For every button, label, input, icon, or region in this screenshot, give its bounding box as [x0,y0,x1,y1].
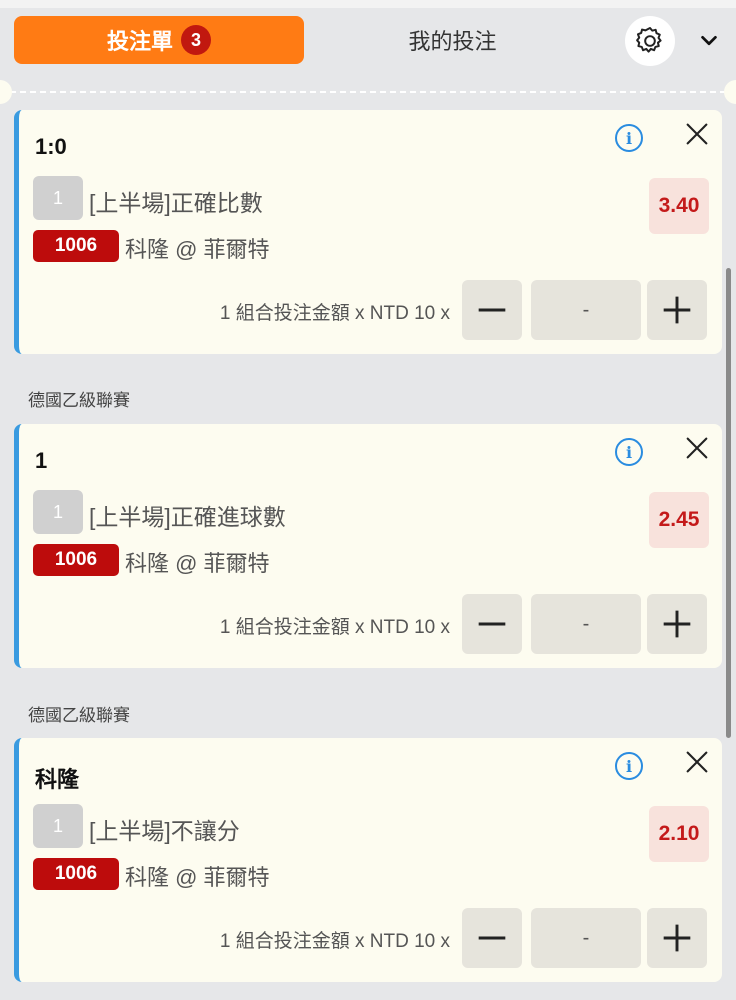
league-label: 德國乙級聯賽 [28,706,130,725]
increase-stake-button[interactable] [647,594,707,654]
close-icon [686,123,708,145]
minus-icon [478,622,506,626]
gear-icon [636,26,662,53]
scrollbar[interactable] [726,268,731,738]
minus-icon [478,308,506,312]
event-id-badge: 1006 [33,858,119,890]
info-icon[interactable]: i [615,124,643,152]
match-name: 科隆 @ 菲爾特 [125,237,270,262]
top-strip [0,0,736,8]
bet-card: 1 i 1 [上半場]正確進球數 2.45 1006 科隆 @ 菲爾特 1 組合… [14,424,722,668]
increase-stake-button[interactable] [647,280,707,340]
minus-icon [478,936,506,940]
bet-market: [上半場]不讓分 [89,818,240,844]
bet-selection: 1 [35,448,48,473]
collapse-button[interactable] [694,26,724,56]
tab-betslip-label: 投注單 [106,29,173,54]
bet-odds: 2.10 [649,806,709,862]
plus-icon [663,610,691,638]
match-name: 科隆 @ 菲爾特 [125,551,270,576]
stake-amount-input[interactable]: - [531,280,641,340]
stake-amount-input[interactable]: - [531,594,641,654]
remove-bet-button[interactable] [683,748,711,776]
close-icon [686,751,708,773]
settings-button[interactable] [625,16,675,66]
plus-icon [663,924,691,952]
bet-odds: 3.40 [649,178,709,234]
remove-bet-button[interactable] [683,434,711,462]
decrease-stake-button[interactable] [462,280,522,340]
tab-my-bets[interactable]: 我的投注 [380,16,525,64]
stake-amount-input[interactable]: - [531,908,641,968]
tab-betslip[interactable]: 投注單 3 [14,16,304,64]
bet-card: 科隆 i 1 [上半場]不讓分 2.10 1006 科隆 @ 菲爾特 1 組合投… [14,738,722,982]
stake-label: 1 組合投注金額 x NTD 10 x [219,931,450,952]
bet-selection: 科隆 [35,767,80,792]
bet-card: 1:0 i 1 [上半場]正確比數 3.40 1006 科隆 @ 菲爾特 1 組… [14,110,722,354]
stake-label: 1 組合投注金額 x NTD 10 x [219,617,450,638]
bet-selection: 1:0 [35,134,67,159]
decrease-stake-button[interactable] [462,908,522,968]
close-icon [686,437,708,459]
event-id-badge: 1006 [33,544,119,576]
chevron-down-icon [701,35,717,46]
betslip-header: 投注單 3 我的投注 [0,8,736,78]
stake-label: 1 組合投注金額 x NTD 10 x [219,303,450,324]
info-icon[interactable]: i [615,752,643,780]
event-id-badge: 1006 [33,230,119,262]
bet-index: 1 [33,804,83,848]
info-icon[interactable]: i [615,438,643,466]
league-label: 德國乙級聯賽 [28,391,130,410]
bet-odds: 2.45 [649,492,709,548]
remove-bet-button[interactable] [683,120,711,148]
decrease-stake-button[interactable] [462,594,522,654]
increase-stake-button[interactable] [647,908,707,968]
ticket-divider [0,78,736,106]
bet-index: 1 [33,176,83,220]
betslip-count-badge: 3 [181,25,211,55]
plus-icon [663,296,691,324]
bet-market: [上半場]正確進球數 [89,504,286,530]
bet-market: [上半場]正確比數 [89,190,263,216]
match-name: 科隆 @ 菲爾特 [125,865,270,890]
bet-index: 1 [33,490,83,534]
